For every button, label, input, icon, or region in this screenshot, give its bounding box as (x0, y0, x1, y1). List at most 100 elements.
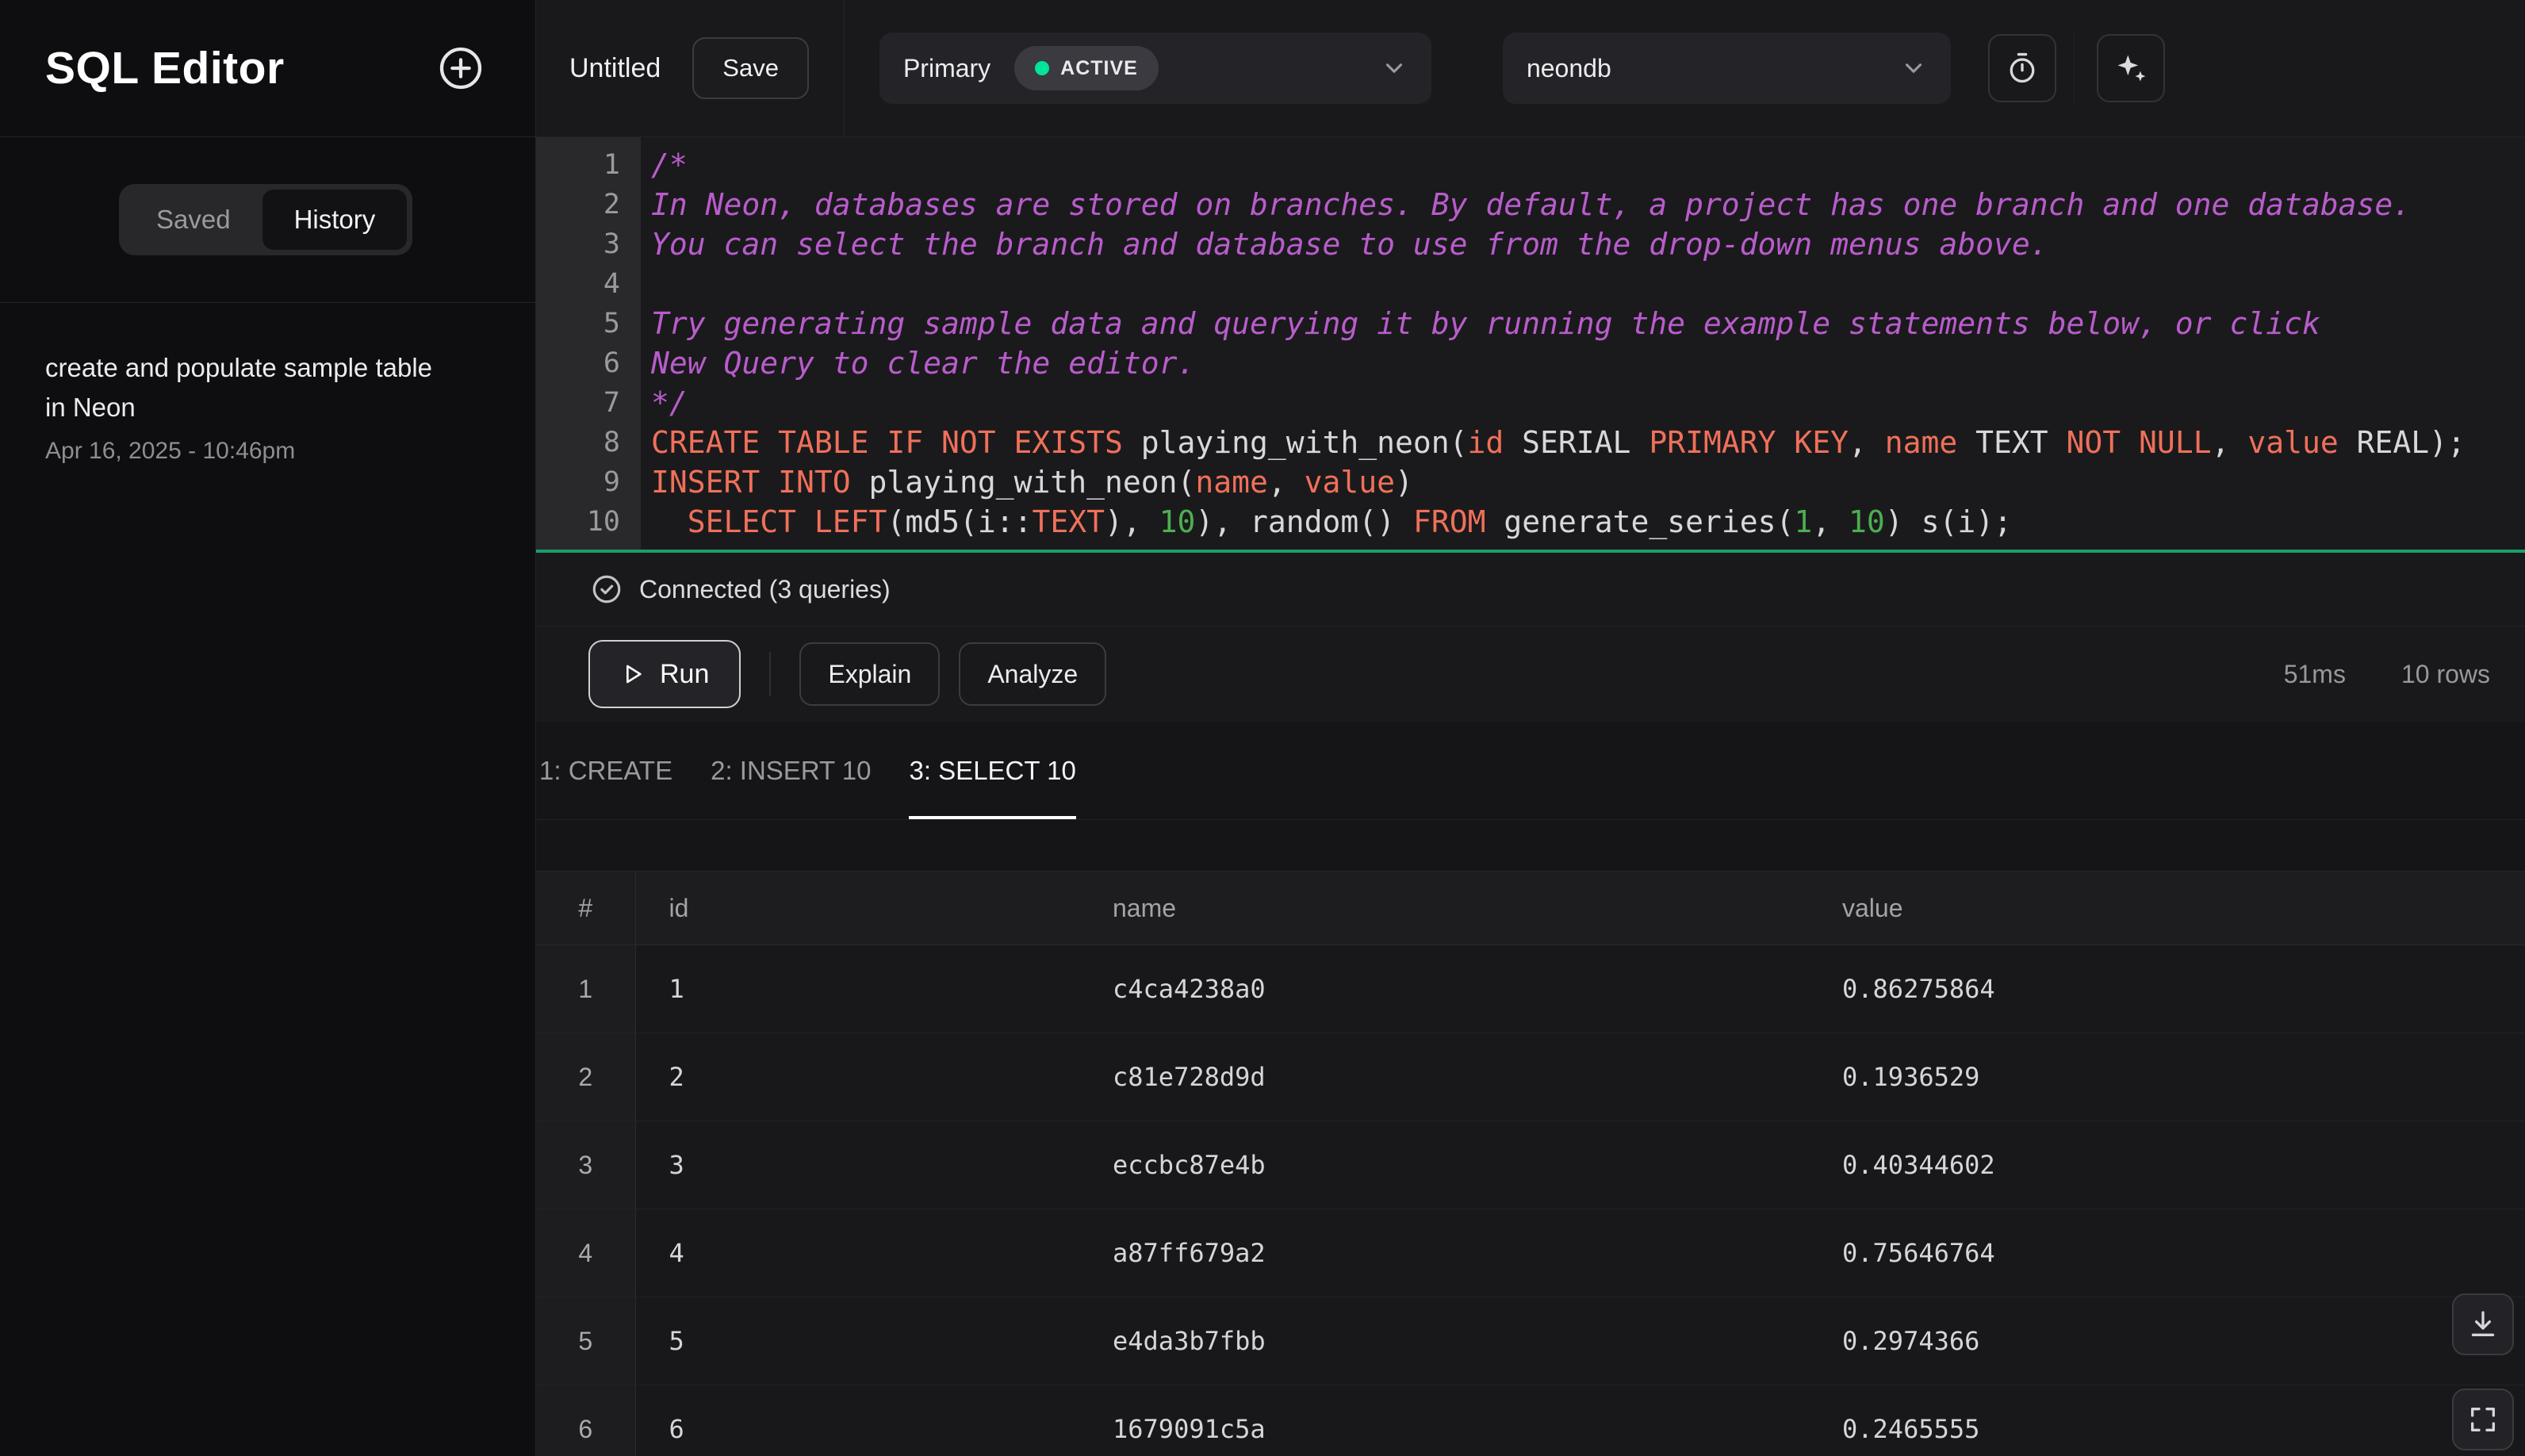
data-cell: 0.2974366 (1809, 1297, 2525, 1385)
saved-history-toggle: Saved History (119, 184, 413, 255)
row-count: 10 rows (2400, 659, 2490, 688)
active-status-dot (1035, 61, 1050, 75)
code-line[interactable]: */ (651, 383, 2525, 423)
result-tab-insert[interactable]: 2: INSERT 10 (692, 722, 890, 819)
line-number: 3 (603, 228, 620, 260)
code-line[interactable]: You can select the branch and database t… (651, 224, 2525, 264)
data-cell: 0.75646764 (1809, 1209, 2525, 1297)
query-name[interactable]: Untitled (569, 53, 661, 84)
branch-status-badge: ACTIVE (1014, 46, 1159, 90)
connection-status-bar: Connected (3 queries) (536, 553, 2525, 626)
query-history-button[interactable] (1987, 34, 2056, 102)
run-button-label: Run (660, 658, 710, 689)
code-line[interactable]: SELECT LEFT(md5(i::TEXT), 10), random() … (651, 502, 2525, 542)
chevron-down-icon (1381, 55, 1408, 82)
table-row[interactable]: 5 5 e4da3b7fbb 0.2974366 (536, 1297, 2525, 1385)
table-row[interactable]: 3 3 eccbc87e4b 0.40344602 (536, 1121, 2525, 1209)
tab-history[interactable]: History (262, 190, 408, 250)
result-tab-create[interactable]: 1: CREATE (536, 722, 692, 819)
query-metrics: 51ms 10 rows (2284, 660, 2490, 689)
editor-gutter: 1 2 3 4 5 6 7 8 9 10 (536, 137, 641, 550)
line-number: 6 (603, 347, 620, 379)
sidebar-header: SQL Editor (0, 0, 535, 137)
data-cell: 5 (635, 1297, 1079, 1385)
result-tab-select[interactable]: 3: SELECT 10 (890, 722, 1094, 819)
download-results-button[interactable] (2452, 1293, 2514, 1355)
data-cell: 0.1936529 (1809, 1033, 2525, 1121)
code-line[interactable]: INSERT INTO playing_with_neon(name, valu… (651, 462, 2525, 502)
analyze-button[interactable]: Analyze (959, 642, 1107, 706)
line-number: 5 (603, 308, 620, 339)
column-header: id (635, 871, 1079, 945)
sidebar: SQL Editor Saved History create and popu… (0, 0, 536, 1456)
table-row[interactable]: 4 4 a87ff679a2 0.75646764 (536, 1209, 2525, 1297)
code-line[interactable]: /* (651, 145, 2525, 185)
sql-editor-app: SQL Editor Saved History create and popu… (0, 0, 2525, 1456)
history-item-timestamp: Apr 16, 2025 - 10:46pm (45, 438, 296, 464)
expand-results-button[interactable] (2452, 1389, 2514, 1450)
code-line[interactable]: Try generating sample data and querying … (651, 304, 2525, 343)
row-number-cell: 4 (536, 1209, 636, 1297)
data-cell: 0.40344602 (1809, 1121, 2525, 1209)
code-line[interactable]: CREATE TABLE IF NOT EXISTS playing_with_… (651, 423, 2525, 462)
table-row[interactable]: 6 6 1679091c5a 0.2465555 (536, 1385, 2525, 1456)
line-number: 9 (603, 466, 620, 498)
column-header: # (536, 871, 636, 945)
column-header: value (1809, 871, 2525, 945)
code-line[interactable] (651, 264, 2525, 304)
editor-code[interactable]: /* In Neon, databases are stored on branc… (641, 137, 2525, 550)
main-panel: Untitled Save Primary ACTIVE neondb 1 2 … (536, 0, 2525, 1456)
code-editor: 1 2 3 4 5 6 7 8 9 10 /* In Neon, databases are sto… (536, 137, 2525, 553)
row-number-cell: 2 (536, 1033, 636, 1121)
data-cell: 0.2465555 (1809, 1385, 2525, 1456)
sidebar-tabs-row: Saved History (0, 137, 535, 303)
database-selector[interactable]: neondb (1502, 33, 1951, 104)
code-line[interactable]: New Query to clear the editor. (651, 343, 2525, 383)
data-cell: 3 (635, 1121, 1079, 1209)
results-table-header-row: # id name value (536, 871, 2525, 945)
line-number: 10 (586, 506, 620, 538)
data-cell: e4da3b7fbb (1079, 1297, 1809, 1385)
query-duration: 51ms (2283, 659, 2346, 688)
code-line[interactable]: In Neon, databases are stored on branche… (651, 185, 2525, 224)
result-tabs: 1: CREATE 2: INSERT 10 3: SELECT 10 (536, 722, 2525, 820)
line-number: 1 (603, 149, 620, 181)
line-number: 2 (603, 189, 620, 220)
table-row[interactable]: 2 2 c81e728d9d 0.1936529 (536, 1033, 2525, 1121)
sparkles-icon (2113, 51, 2148, 86)
chevron-down-icon (1900, 55, 1927, 82)
table-row[interactable]: 1 1 c4ca4238a0 0.86275864 (536, 944, 2525, 1033)
ai-assist-button[interactable] (2096, 34, 2165, 102)
actions-divider (769, 652, 772, 696)
line-number: 4 (603, 268, 620, 300)
line-number: 7 (603, 387, 620, 419)
data-cell: 4 (635, 1209, 1079, 1297)
fullscreen-icon (2467, 1404, 2499, 1435)
play-icon (620, 661, 646, 687)
results-table-area: # id name value 1 1 c4ca4238a0 0.86275864 2 2 c81… (536, 871, 2525, 1456)
save-button[interactable]: Save (692, 37, 809, 99)
run-button[interactable]: Run (588, 640, 741, 708)
row-number-cell: 1 (536, 944, 636, 1033)
data-cell: c4ca4238a0 (1079, 944, 1809, 1033)
connection-status-text: Connected (3 queries) (639, 574, 891, 603)
data-cell: a87ff679a2 (1079, 1209, 1809, 1297)
data-cell: 1679091c5a (1079, 1385, 1809, 1456)
data-cell: eccbc87e4b (1079, 1121, 1809, 1209)
actions-row: Run Explain Analyze 51ms 10 rows (536, 626, 2525, 722)
data-cell: 0.86275864 (1809, 944, 2525, 1033)
row-number-cell: 6 (536, 1385, 636, 1456)
new-query-button[interactable] (427, 35, 494, 102)
check-circle-icon (590, 573, 623, 606)
line-number: 8 (603, 427, 620, 458)
history-list: create and populate sample table in Neon… (0, 303, 535, 510)
results-table: # id name value 1 1 c4ca4238a0 0.86275864 2 2 c81… (536, 871, 2525, 1456)
row-number-cell: 5 (536, 1297, 636, 1385)
history-item[interactable]: create and populate sample table in Neon… (45, 348, 490, 465)
tab-saved[interactable]: Saved (125, 190, 262, 250)
history-item-title: create and populate sample table in Neon (45, 353, 433, 422)
row-number-cell: 3 (536, 1121, 636, 1209)
branch-selector[interactable]: Primary ACTIVE (879, 33, 1431, 104)
explain-button[interactable]: Explain (799, 642, 941, 706)
results-panel: 1: CREATE 2: INSERT 10 3: SELECT 10 # id n… (536, 722, 2525, 1456)
